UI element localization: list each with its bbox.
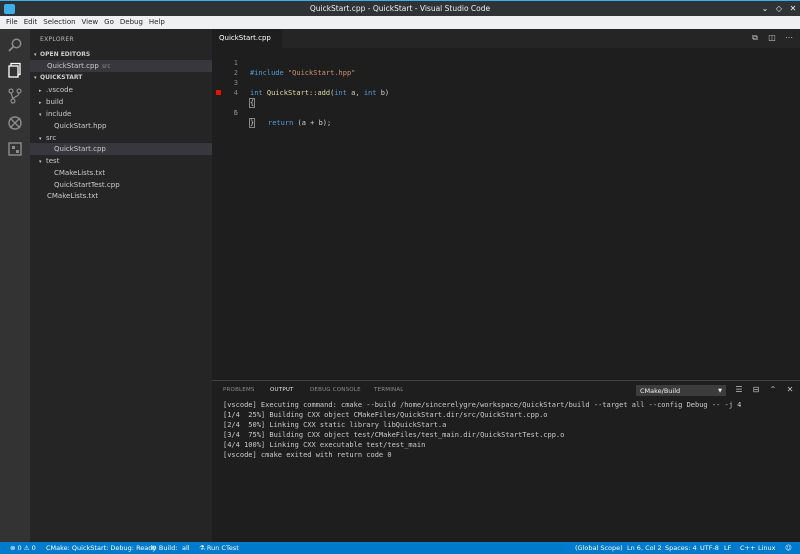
code-editor[interactable]: 1 #include "QuickStart.hpp" 2 3 int Quic… — [212, 48, 800, 380]
breakpoint-icon[interactable] — [216, 90, 221, 95]
cursor-position[interactable]: Ln 6, Col 2 — [627, 542, 662, 554]
gear-icon: ⚙ — [151, 544, 157, 552]
menu-file[interactable]: File — [6, 16, 18, 29]
platform-status[interactable]: Linux — [758, 542, 776, 554]
close-panel-icon[interactable]: ✕ — [785, 385, 795, 395]
folder-include[interactable]: ▾ include — [30, 108, 212, 120]
code-line: 6 } — [212, 98, 800, 128]
output-panel: PROBLEMS OUTPUT DEBUG CONSOLE TERMINAL C… — [212, 380, 800, 542]
tab-problems[interactable]: PROBLEMS — [223, 387, 255, 393]
menu-view[interactable]: View — [82, 16, 99, 29]
line-number: 6 — [233, 109, 238, 117]
split-editor-icon[interactable]: ◫ — [767, 33, 777, 43]
file-test-cmakelists[interactable]: CMakeLists.txt — [30, 167, 212, 179]
output-line: [vscode] cmake exited with return code 0 — [223, 451, 392, 459]
git-icon[interactable] — [7, 88, 23, 104]
debug-icon[interactable] — [7, 115, 23, 131]
folder-build[interactable]: ▸ build — [30, 96, 212, 108]
warning-icon: ⚠ — [23, 544, 30, 552]
code-text: return (a + b); — [268, 119, 332, 127]
status-bar: ⊗ 0 ⚠ 0 CMake: QuickStart: Debug: Ready … — [0, 542, 800, 554]
activity-bar — [0, 29, 30, 542]
menu-help[interactable]: Help — [149, 16, 165, 29]
window-title: QuickStart.cpp - QuickStart - Visual Stu… — [309, 4, 491, 13]
menu-edit[interactable]: Edit — [24, 16, 38, 29]
tab-debug-console[interactable]: DEBUG CONSOLE — [310, 387, 361, 393]
code-line: 1 #include "QuickStart.hpp" — [212, 48, 800, 77]
code-line: 4 { — [212, 78, 800, 108]
workspace-header[interactable]: ▾ QUICKSTART — [30, 72, 212, 84]
close-icon[interactable]: ✕ — [788, 4, 798, 14]
title-bar: QuickStart.cpp - QuickStart - Visual Stu… — [0, 0, 800, 16]
tab-terminal[interactable]: TERMINAL — [374, 387, 404, 393]
smiley-icon[interactable]: ☺ — [785, 542, 792, 554]
beaker-icon: ⚗ — [199, 544, 205, 552]
output-line: [3/4 75%] Building CXX object test/CMake… — [223, 431, 565, 439]
menu-go[interactable]: Go — [104, 16, 114, 29]
build-status[interactable]: ⚙ Build: — [151, 542, 177, 554]
lock-scroll-icon[interactable]: ⊟ — [751, 385, 761, 395]
output-line: [4/4 100%] Linking CXX executable test/t… — [223, 441, 426, 449]
file-quickstart-cpp[interactable]: QuickStart.cpp — [30, 143, 212, 155]
code-line: 3 int QuickStart::add(int a, int b) — [212, 68, 800, 97]
output-line: [vscode] Executing command: cmake --buil… — [223, 401, 742, 409]
file-quickstart-hpp[interactable]: QuickStart.hpp — [30, 120, 212, 132]
output-line: [1/4 25%] Building CXX object CMakeFiles… — [223, 411, 548, 419]
chevron-down-icon: ▼ — [718, 388, 722, 394]
editor-actions: ⧉ ◫ ⋯ — [743, 33, 794, 43]
explorer-sidebar: EXPLORER ▾ OPEN EDITORS QuickStart.cpp src… — [30, 29, 212, 542]
output-channel-select[interactable]: CMake/Build ▼ — [636, 385, 726, 396]
open-changes-icon[interactable]: ⧉ — [750, 33, 760, 43]
sidebar-title: EXPLORER — [40, 36, 74, 43]
menu-bar: File Edit Selection View Go Debug Help — [0, 16, 800, 29]
restore-icon[interactable]: ◇ — [774, 4, 784, 14]
extensions-icon[interactable] — [7, 141, 23, 157]
menu-debug[interactable]: Debug — [120, 16, 143, 29]
folder-test[interactable]: ▾ test — [30, 155, 212, 167]
file-root-cmakelists[interactable]: CMakeLists.txt — [30, 190, 212, 202]
build-target[interactable]: all — [182, 542, 190, 554]
menu-selection[interactable]: Selection — [43, 16, 75, 29]
code-line: 2 — [212, 58, 800, 77]
tab-output[interactable]: OUTPUT — [270, 387, 294, 393]
folder-vscode[interactable]: ▸ .vscode — [30, 84, 212, 96]
more-actions-icon[interactable]: ⋯ — [784, 33, 794, 43]
tab-quickstart-cpp[interactable]: QuickStart.cpp — [212, 29, 282, 48]
clear-output-icon[interactable]: ☰ — [734, 385, 744, 395]
encoding-status[interactable]: UTF-8 — [700, 542, 719, 554]
problems-status[interactable]: ⊗ 0 ⚠ 0 — [10, 542, 36, 554]
editor-tab-bar: QuickStart.cpp ⧉ ◫ ⋯ — [212, 29, 800, 48]
code-line: 5 return (a + b); — [212, 88, 800, 127]
indentation-status[interactable]: Spaces: 4 — [665, 542, 697, 554]
open-editor-item[interactable]: QuickStart.cpp src — [30, 60, 212, 72]
search-icon[interactable] — [7, 37, 23, 53]
eol-status[interactable]: LF — [724, 542, 731, 554]
cmake-status[interactable]: CMake: QuickStart: Debug: Ready — [46, 542, 156, 554]
run-ctest[interactable]: ⚗ Run CTest — [199, 542, 239, 554]
files-icon[interactable] — [7, 62, 23, 78]
code-text: } — [248, 118, 256, 128]
output-line: [2/4 50%] Linking CXX static library lib… — [223, 421, 447, 429]
scope-status[interactable]: (Global Scope) — [575, 542, 623, 554]
language-status[interactable]: C++ — [740, 542, 755, 554]
error-icon: ⊗ — [10, 544, 16, 552]
minimize-icon[interactable]: ⌄ — [760, 4, 770, 14]
maximize-panel-icon[interactable]: ⌃ — [768, 385, 778, 395]
